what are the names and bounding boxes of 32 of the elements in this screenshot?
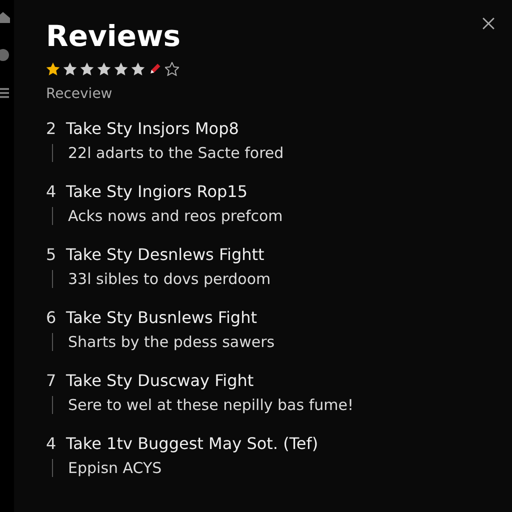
star-icon (46, 62, 60, 76)
star-icon (63, 62, 77, 76)
review-text: 22l adarts to the Sacte fored (68, 144, 284, 162)
review-text: 33l sibles to dovs perdoom (68, 270, 271, 288)
pencil-icon[interactable] (148, 62, 162, 76)
review-text: Sharts by the pdess sawers (68, 333, 275, 351)
list-icon[interactable] (0, 86, 12, 100)
review-number: 2 (46, 119, 56, 138)
page-title: Reviews (46, 18, 181, 54)
star-rating[interactable] (46, 62, 179, 76)
review-title[interactable]: Take Sty Duscway Fight (66, 371, 254, 390)
review-title[interactable]: Take Sty Ingiors Rop15 (66, 182, 248, 201)
close-icon[interactable] (482, 17, 495, 30)
review-title[interactable]: Take Sty Insjors Mop8 (66, 119, 239, 138)
star-icon (114, 62, 128, 76)
review-number: 4 (46, 182, 56, 201)
star-icon (80, 62, 94, 76)
star-icon (131, 62, 145, 76)
section-label: Receview (46, 86, 114, 102)
star-outline-icon[interactable] (165, 62, 179, 76)
home-icon[interactable] (0, 10, 12, 24)
review-text: Sere to wel at these nepilly bas fume! (68, 396, 354, 414)
review-text: Acks nows and reos prefcom (68, 207, 283, 225)
review-title[interactable]: Take Sty Desnlews Fightt (66, 245, 264, 264)
review-number: 6 (46, 308, 56, 327)
review-number: 5 (46, 245, 56, 264)
review-title[interactable]: Take Sty Busnlews Fight (66, 308, 257, 327)
review-text: Eppisn ACYS (68, 459, 162, 477)
review-number: 7 (46, 371, 56, 390)
review-title[interactable]: Take 1tv Buggest May Sot. (Tef) (66, 434, 318, 453)
review-number: 4 (46, 434, 56, 453)
star-icon (97, 62, 111, 76)
